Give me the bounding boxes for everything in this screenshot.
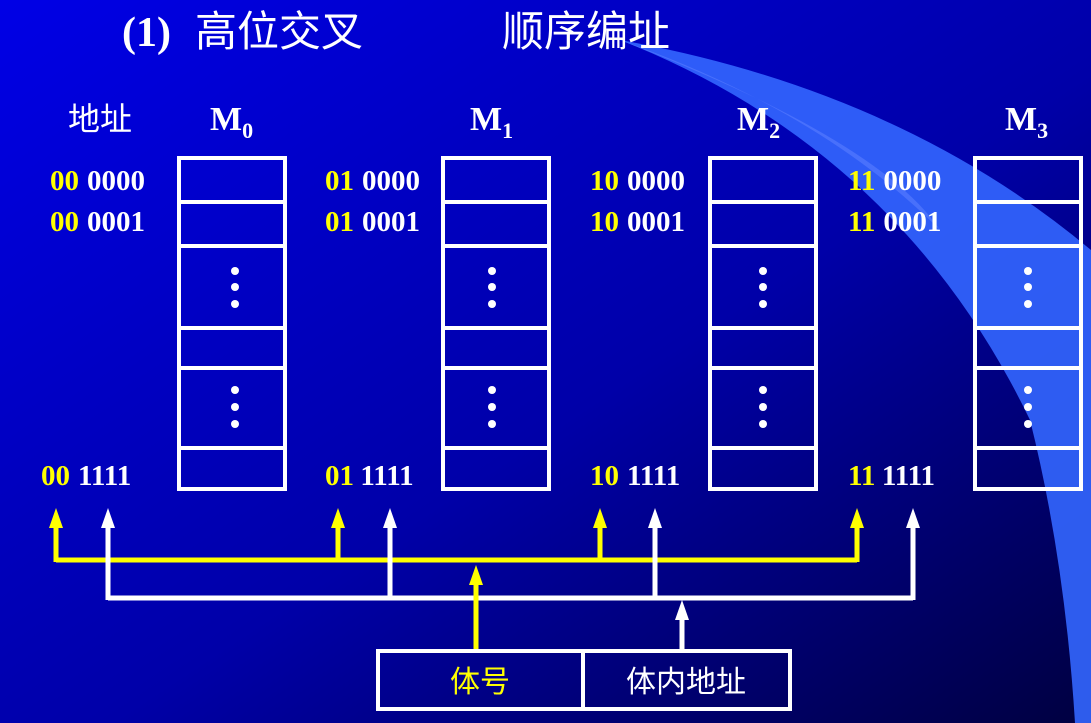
background bbox=[0, 0, 1091, 723]
ellipsis-dot bbox=[231, 300, 239, 308]
svg-text:顺序编址: 顺序编址 bbox=[502, 7, 670, 56]
address-header: 地址 bbox=[68, 100, 132, 138]
cell-address: 10 0000 bbox=[590, 165, 685, 197]
ellipsis-dot bbox=[488, 420, 496, 428]
bank-number-field: 体号 bbox=[450, 665, 510, 700]
ellipsis-dot bbox=[231, 420, 239, 428]
cell-address: 10 0001 bbox=[590, 206, 685, 238]
ellipsis-dot bbox=[759, 420, 767, 428]
cell-address: 11 1111 bbox=[848, 460, 935, 492]
svg-text:高位交叉: 高位交叉 bbox=[195, 7, 363, 56]
ellipsis-dot bbox=[1024, 403, 1032, 411]
ellipsis-dot bbox=[759, 267, 767, 275]
cell-address: 11 0000 bbox=[848, 165, 941, 197]
ellipsis-dot bbox=[231, 283, 239, 291]
cell-address: 11 0001 bbox=[848, 206, 941, 238]
ellipsis-dot bbox=[1024, 300, 1032, 308]
ellipsis-dot bbox=[1024, 283, 1032, 291]
cell-address: 10 1111 bbox=[590, 460, 680, 492]
ellipsis-dot bbox=[759, 283, 767, 291]
ellipsis-dot bbox=[759, 386, 767, 394]
cell-address: 01 1111 bbox=[325, 460, 414, 492]
cell-address: 01 0001 bbox=[325, 206, 420, 238]
cell-address: 00 1111 bbox=[41, 460, 131, 492]
ellipsis-dot bbox=[488, 403, 496, 411]
ellipsis-dot bbox=[488, 283, 496, 291]
in-bank-address-field: 体内地址 bbox=[626, 665, 746, 700]
cell-address: 00 0000 bbox=[50, 165, 145, 197]
high-order-interleaving-diagram: (1) 高位交叉 顺序编址 地址 M000 000000 000100 1111M10… bbox=[0, 0, 1091, 723]
ellipsis-dot bbox=[1024, 267, 1032, 275]
ellipsis-dot bbox=[488, 300, 496, 308]
ellipsis-dot bbox=[1024, 420, 1032, 428]
ellipsis-dot bbox=[231, 267, 239, 275]
ellipsis-dot bbox=[231, 386, 239, 394]
ellipsis-dot bbox=[1024, 386, 1032, 394]
ellipsis-dot bbox=[231, 403, 239, 411]
ellipsis-dot bbox=[759, 300, 767, 308]
ellipsis-dot bbox=[759, 403, 767, 411]
svg-text:(1): (1) bbox=[122, 10, 171, 56]
cell-address: 00 0001 bbox=[50, 206, 145, 238]
ellipsis-dot bbox=[488, 267, 496, 275]
cell-address: 01 0000 bbox=[325, 165, 420, 197]
ellipsis-dot bbox=[488, 386, 496, 394]
